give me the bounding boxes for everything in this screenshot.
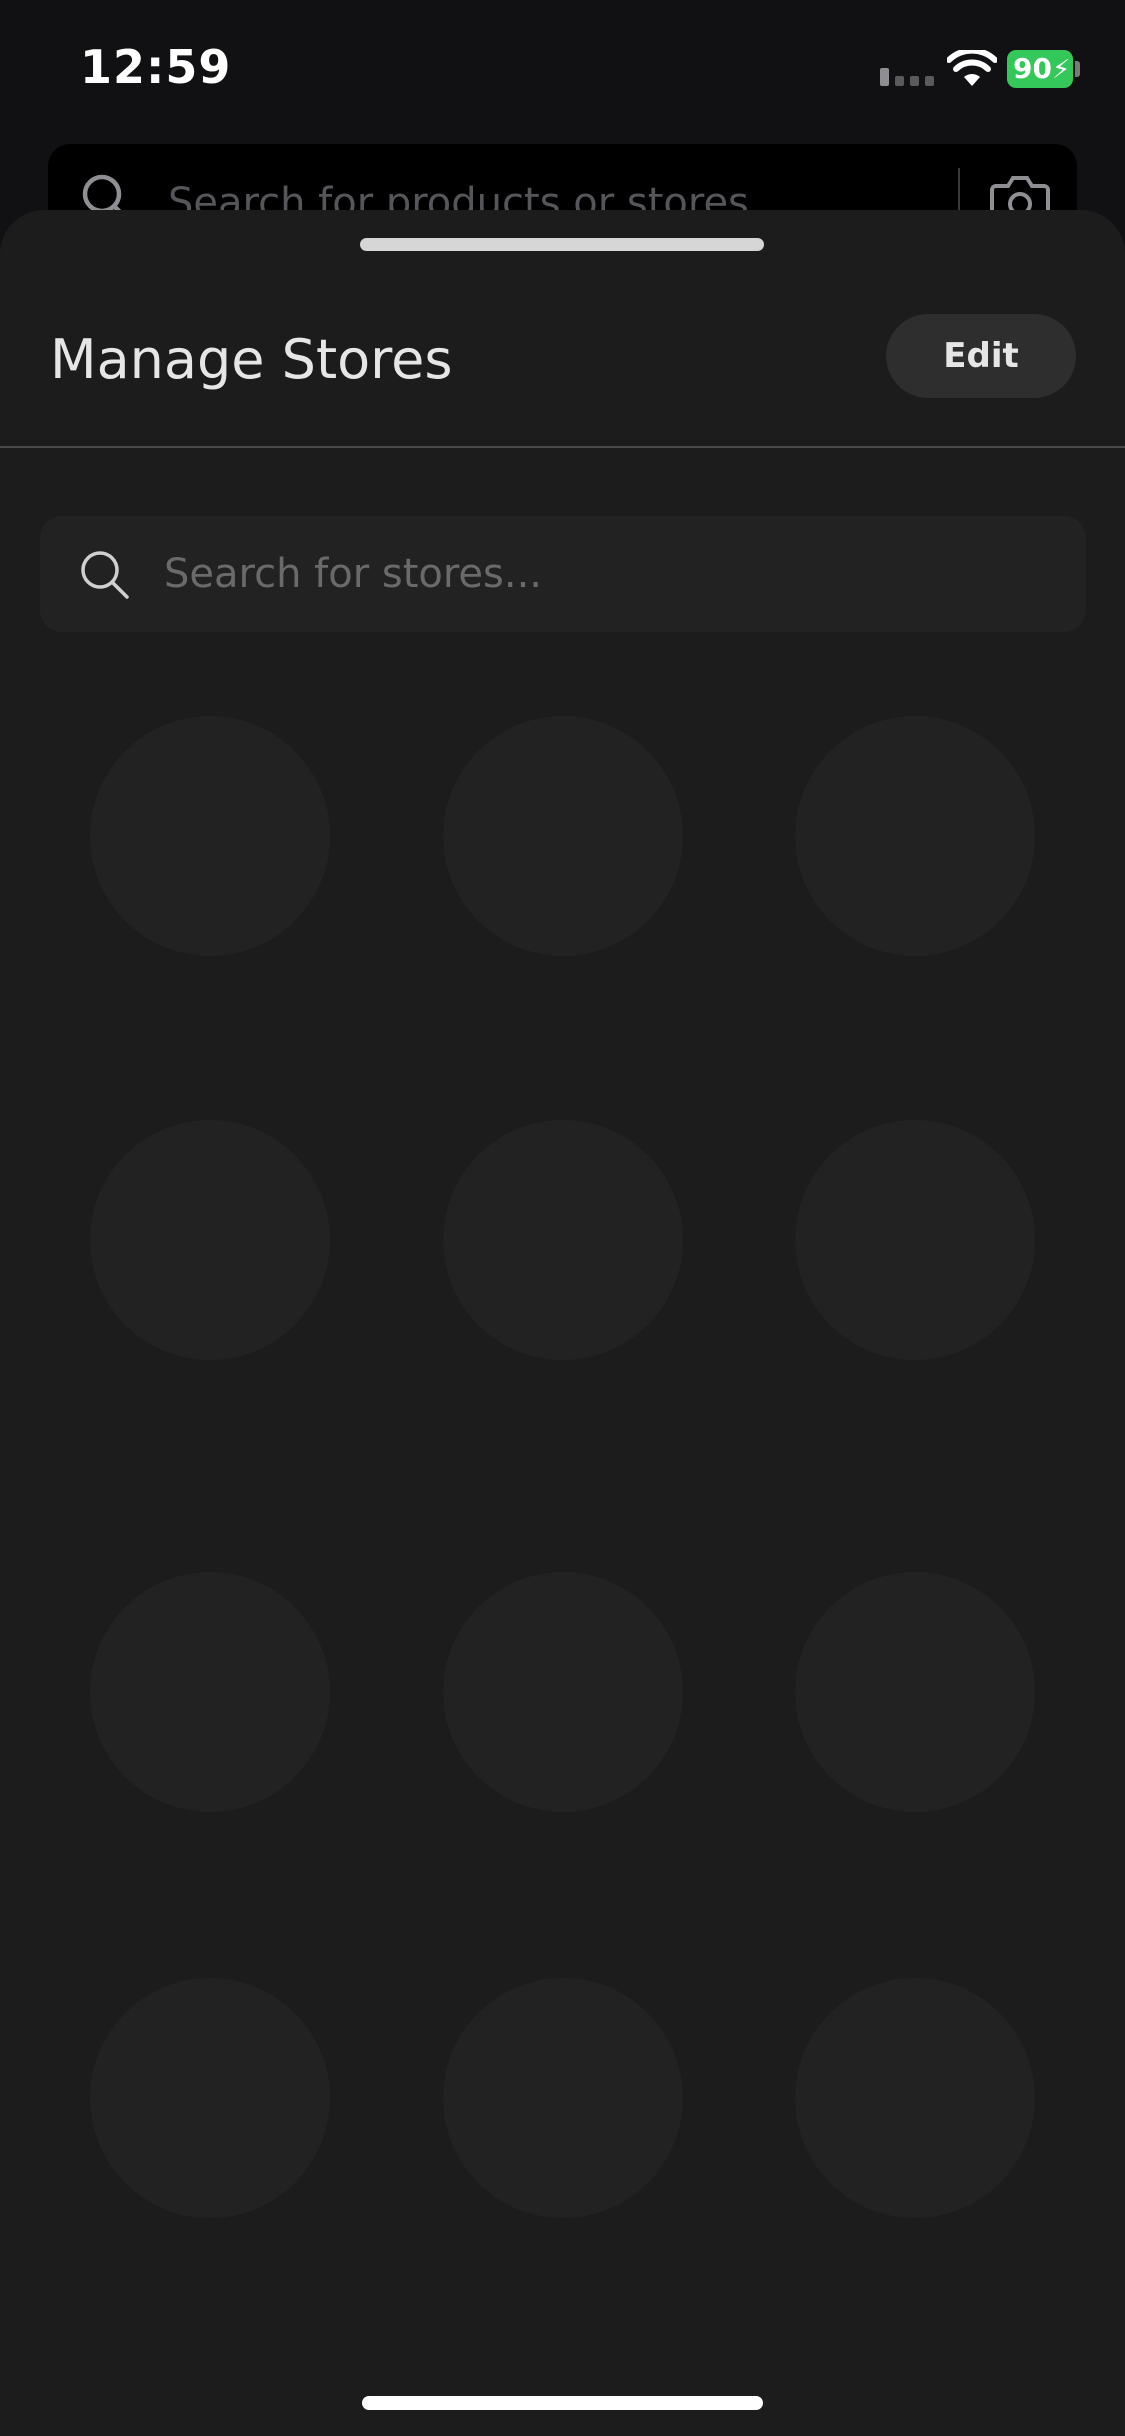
battery-icon: 90⚡ (1007, 50, 1073, 88)
edit-button[interactable]: Edit (886, 314, 1076, 398)
signal-icon (880, 68, 934, 86)
status-time: 12:59 (80, 40, 232, 94)
store-placeholder (90, 1572, 330, 1812)
status-bar: 12:59 90⚡ (0, 0, 1125, 140)
store-search-input[interactable] (164, 516, 1044, 632)
store-placeholder (443, 716, 683, 956)
search-icon (81, 551, 129, 599)
battery-level: 90 (1013, 52, 1052, 85)
store-placeholder (443, 1120, 683, 1360)
wifi-icon (947, 50, 997, 86)
store-placeholder (795, 716, 1035, 956)
header-divider (0, 446, 1125, 448)
store-placeholder (795, 1120, 1035, 1360)
store-placeholder (90, 1120, 330, 1360)
store-placeholder (795, 1978, 1035, 2218)
screen: 12:59 90⚡ Search for products or stores (0, 0, 1125, 2436)
store-placeholder (90, 716, 330, 956)
home-indicator[interactable] (362, 2396, 763, 2410)
store-search-bar[interactable] (40, 516, 1086, 632)
store-placeholder (443, 1572, 683, 1812)
store-placeholder (795, 1572, 1035, 1812)
store-placeholder (90, 1978, 330, 2218)
page-title: Manage Stores (50, 328, 453, 391)
battery-nub (1075, 61, 1080, 77)
sheet-grabber[interactable] (360, 238, 764, 251)
manage-stores-sheet: Manage Stores Edit (0, 210, 1125, 2436)
store-placeholder (443, 1978, 683, 2218)
charging-bolt-icon: ⚡ (1051, 55, 1071, 85)
